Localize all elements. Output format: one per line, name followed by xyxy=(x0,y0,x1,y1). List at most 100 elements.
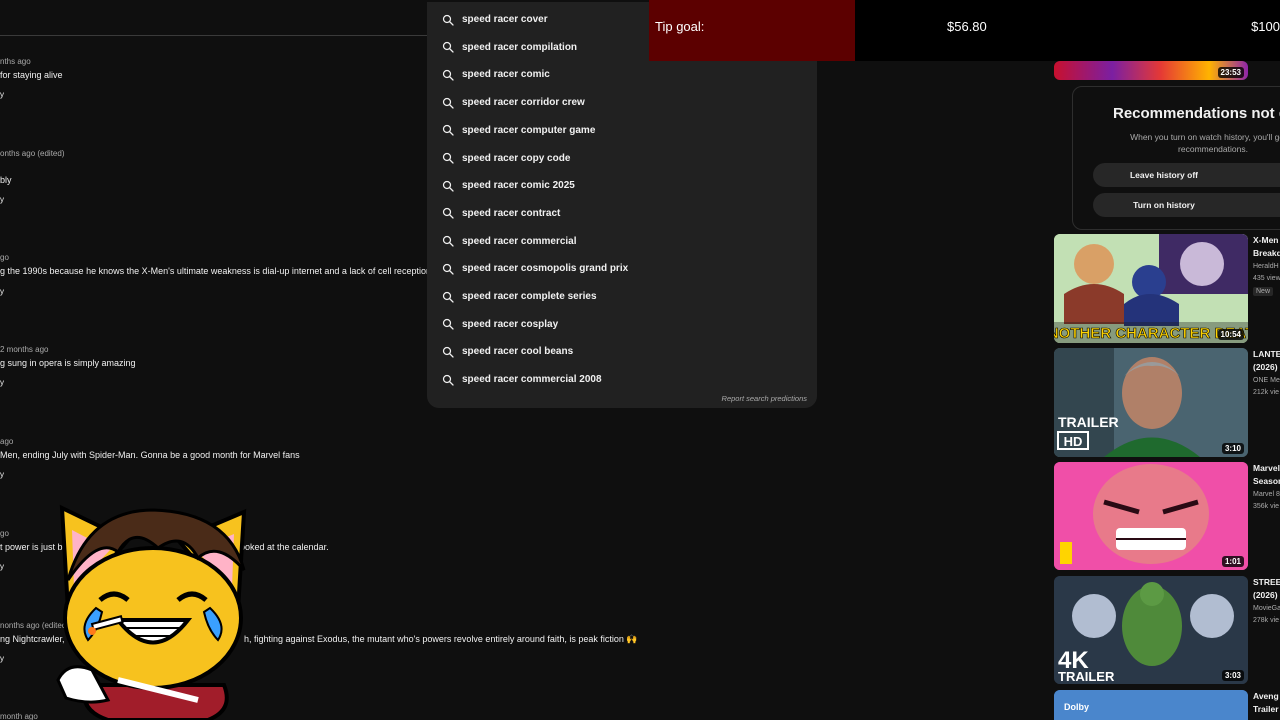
search-suggestion-text: speed racer compilation xyxy=(462,41,578,53)
search-icon xyxy=(442,235,454,247)
thumbnail-caption: Dolby xyxy=(1064,702,1089,712)
video-channel[interactable]: HeraldH xyxy=(1253,261,1279,273)
comments-divider xyxy=(0,35,430,36)
video-thumbnail[interactable]: ANOTHER CHARACTER DEATH 10:54 xyxy=(1054,234,1248,343)
search-icon xyxy=(442,263,454,275)
reply-button[interactable]: y xyxy=(0,90,4,99)
video-channel[interactable]: Marvel 8 xyxy=(1253,489,1280,501)
video-views: 212k vie xyxy=(1253,389,1280,396)
leave-history-off-button[interactable]: Leave history off xyxy=(1093,163,1280,187)
video-title-line2[interactable]: Breakd xyxy=(1253,247,1280,260)
video-title[interactable]: Aveng xyxy=(1253,690,1279,703)
video-thumbnail[interactable]: TRAILER HD 3:10 xyxy=(1054,348,1248,457)
video-duration: 10:54 xyxy=(1217,329,1244,340)
search-suggestion-text: speed racer comic xyxy=(462,69,550,81)
search-icon xyxy=(442,14,454,26)
comment-timestamp: ago xyxy=(0,437,14,446)
reply-button[interactable]: y xyxy=(0,654,4,663)
comment-text: bly xyxy=(0,175,12,185)
search-suggestion-item[interactable]: speed racer cool beans xyxy=(427,338,817,365)
video-title-line2[interactable]: (2026) xyxy=(1253,589,1278,602)
reply-button[interactable]: y xyxy=(0,562,4,571)
reply-button[interactable]: y xyxy=(0,378,4,387)
video-title[interactable]: X-Men xyxy=(1253,234,1279,247)
search-suggestion-item[interactable]: speed racer corridor crew xyxy=(427,89,817,116)
search-suggestion-item[interactable]: speed racer computer game xyxy=(427,117,817,144)
search-suggestion-text: speed racer cool beans xyxy=(462,346,574,358)
video-title-line2[interactable]: (2026) xyxy=(1253,361,1278,374)
search-icon xyxy=(442,97,454,109)
report-search-predictions-link[interactable]: Report search predictions xyxy=(722,394,807,403)
search-suggestion-text: speed racer cosmopolis grand prix xyxy=(462,263,629,275)
video-thumbnail[interactable]: Dolby xyxy=(1054,690,1248,720)
search-suggestion-text: speed racer corridor crew xyxy=(462,97,585,109)
video-channel[interactable]: MovieGa xyxy=(1253,603,1280,615)
recommendations-notice-title: Recommendations not q xyxy=(1113,105,1280,122)
comment-timestamp: go xyxy=(0,529,9,538)
comment-text: g the 1990s because he knows the X-Men's… xyxy=(0,266,431,276)
recommendations-notice-description: When you turn on watch history, you'll g… xyxy=(1130,132,1280,154)
comment-timestamp: 2 months ago xyxy=(0,345,49,354)
search-suggestion-text: speed racer complete series xyxy=(462,291,597,302)
search-suggestion-text: speed racer copy code xyxy=(462,152,571,164)
video-duration: 3:03 xyxy=(1221,670,1244,681)
video-thumbnail[interactable]: 1:01 xyxy=(1054,462,1248,570)
comment-timestamp: month ago xyxy=(0,712,38,720)
reply-button[interactable]: y xyxy=(0,287,4,296)
reply-button[interactable]: y xyxy=(0,470,4,479)
search-icon xyxy=(442,180,454,192)
search-suggestion-item[interactable]: speed racer commercial 2008 xyxy=(427,366,817,393)
search-suggestion-item[interactable]: speed racer copy code xyxy=(427,145,817,172)
video-title[interactable]: STREE xyxy=(1253,576,1280,589)
tip-goal-current: $56.80 xyxy=(947,19,987,34)
video-title[interactable]: LANTE xyxy=(1253,348,1280,361)
search-suggestion-text: speed racer comic 2025 xyxy=(462,180,575,192)
street-fighter-thumbnail-art: 4K TRAILER xyxy=(1054,576,1248,684)
video-views: 356k vie xyxy=(1253,503,1280,510)
search-suggestion-item[interactable]: speed racer cosmopolis grand prix xyxy=(427,255,817,282)
search-icon xyxy=(442,208,454,220)
video-title-line2[interactable]: Trailer xyxy=(1253,703,1279,716)
comment-timestamp: nths ago xyxy=(0,57,31,66)
video-thumbnail[interactable]: 4K TRAILER 3:03 xyxy=(1054,576,1248,684)
comment-text: for staying alive xyxy=(0,70,63,80)
video-title[interactable]: Marvel xyxy=(1253,462,1280,475)
new-badge: New xyxy=(1253,287,1274,296)
search-suggestion-item[interactable]: speed racer comic xyxy=(427,61,817,88)
video-title-line2[interactable]: Season xyxy=(1253,475,1280,488)
search-suggestion-text: speed racer computer game xyxy=(462,124,596,136)
lantern-thumbnail-art: TRAILER HD xyxy=(1054,348,1248,457)
search-icon xyxy=(442,291,454,303)
search-suggestion-text: speed racer commercial xyxy=(462,235,577,247)
reply-button[interactable]: y xyxy=(0,195,4,204)
search-suggestion-text: speed racer cosplay xyxy=(462,318,559,330)
search-icon xyxy=(442,125,454,136)
thumbnail-caption: TRAILER xyxy=(1058,414,1119,430)
comment-text-continued: h, fighting against Exodus, the mutant w… xyxy=(244,634,638,644)
comment-text: Men, ending July with Spider-Man. Gonna … xyxy=(0,450,300,460)
search-icon xyxy=(442,346,454,358)
search-suggestion-item[interactable]: speed racer comic 2025 xyxy=(427,172,817,199)
video-views: 278k vie xyxy=(1253,617,1280,624)
search-suggestion-item[interactable]: speed racer cosplay xyxy=(427,311,817,338)
search-suggestion-text: speed racer commercial 2008 xyxy=(462,374,602,386)
search-suggestions-dropdown: speed racer cover speed racer compilation… xyxy=(427,2,817,408)
video-thumbnail[interactable]: 23:53 xyxy=(1054,61,1248,80)
recommendations-notice-card: Recommendations not q When you turn on w… xyxy=(1072,86,1280,230)
turn-on-history-button[interactable]: Turn on history xyxy=(1093,193,1280,217)
search-suggestion-item[interactable]: speed racer contract xyxy=(427,200,817,227)
search-icon xyxy=(442,374,454,386)
search-suggestion-item[interactable]: speed racer complete series xyxy=(427,283,817,310)
video-channel[interactable]: ONE Me xyxy=(1253,375,1280,387)
video-duration: 1:01 xyxy=(1221,556,1244,567)
thumbnail-caption-hd: HD xyxy=(1064,434,1083,449)
search-suggestion-text: speed racer contract xyxy=(462,207,561,219)
cat-mascot-sticker xyxy=(56,504,247,720)
modok-thumbnail-art xyxy=(1054,462,1248,570)
video-views: 435 view xyxy=(1253,275,1280,282)
search-icon xyxy=(442,42,454,53)
search-suggestion-item[interactable]: speed racer commercial xyxy=(427,228,817,255)
xmen-thumbnail-art: ANOTHER CHARACTER DEATH xyxy=(1054,234,1248,343)
comment-timestamp: go xyxy=(0,253,9,262)
thumbnail-caption-trailer: TRAILER xyxy=(1058,669,1115,684)
